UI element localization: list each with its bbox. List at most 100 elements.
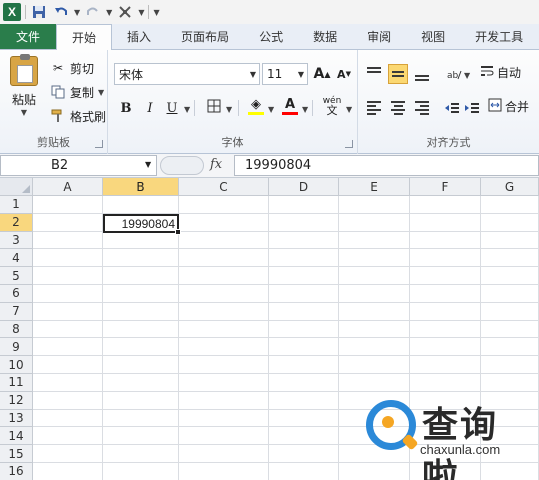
excel-logo-icon[interactable]: X — [3, 3, 21, 21]
phonetic-dropdown-icon[interactable]: ▼ — [346, 105, 352, 114]
gridline-horizontal — [33, 284, 539, 285]
tab-review[interactable]: 审阅 — [352, 24, 406, 49]
gridline-horizontal — [33, 337, 539, 339]
underline-button[interactable]: U — [162, 98, 182, 118]
font-group: 宋体 ▼ 11 ▼ A ▲ A ▼ B I U ▼ ▼ ◈ ▼ A ▼ wén … — [108, 50, 358, 154]
font-size-value: 11 — [267, 67, 283, 81]
column-header-f[interactable]: F — [410, 178, 481, 196]
cut-label: 剪切 — [70, 61, 95, 76]
phonetic-button[interactable]: wén 文 — [318, 96, 346, 116]
alignment-group-label: 对齐方式 — [426, 136, 471, 149]
italic-button[interactable]: I — [140, 98, 160, 118]
name-box-dropdown-icon[interactable]: ▼ — [145, 160, 151, 169]
row-header-11[interactable]: 11 — [0, 374, 33, 392]
copy-dropdown-icon[interactable]: ▼ — [98, 88, 104, 97]
align-bottom-icon[interactable] — [412, 64, 432, 84]
save-icon[interactable] — [30, 3, 48, 21]
formula-input[interactable]: 19990804 — [234, 155, 539, 176]
align-right-icon[interactable] — [412, 98, 432, 118]
decrease-indent-icon[interactable] — [442, 98, 462, 118]
fill-color-dropdown-icon[interactable]: ▼ — [268, 105, 274, 114]
row-header-4[interactable]: 4 — [0, 249, 33, 268]
column-header-g[interactable]: G — [481, 178, 539, 196]
increase-indent-icon[interactable] — [462, 98, 482, 118]
row-header-3[interactable]: 3 — [0, 231, 33, 250]
borders-button[interactable] — [204, 98, 224, 118]
column-header-c[interactable]: C — [179, 178, 269, 196]
shrink-font-button[interactable]: A ▼ — [334, 64, 354, 84]
caret-up-icon: ▲ — [324, 69, 331, 79]
row-header-7[interactable]: 7 — [0, 302, 33, 321]
tab-formulas[interactable]: 公式 — [244, 24, 298, 49]
clipboard-launcher-icon[interactable] — [95, 140, 103, 148]
font-size-select[interactable]: 11 ▼ — [262, 63, 308, 85]
fill-handle[interactable] — [175, 229, 181, 235]
font-color-letter-icon: A — [284, 97, 296, 112]
insert-function-icon[interactable]: fx — [210, 157, 230, 175]
row-header-9[interactable]: 9 — [0, 338, 33, 357]
format-dropdown-icon[interactable]: ▼ — [138, 8, 144, 17]
watermark-url: chaxunla.com — [420, 442, 501, 457]
align-top-icon[interactable] — [364, 64, 384, 84]
grow-font-button[interactable]: A ▲ — [312, 64, 332, 84]
row-header-5[interactable]: 5 — [0, 267, 33, 285]
row-header-2[interactable]: 2 — [0, 213, 33, 232]
font-color-button[interactable]: A — [280, 96, 300, 116]
bold-button[interactable]: B — [116, 98, 136, 118]
tab-data[interactable]: 数据 — [298, 24, 352, 49]
row-header-13[interactable]: 13 — [0, 409, 33, 428]
tab-home[interactable]: 开始 — [56, 24, 113, 50]
font-color-dropdown-icon[interactable]: ▼ — [302, 105, 308, 114]
paste-button[interactable]: 粘贴 ▼ — [6, 54, 42, 130]
name-box[interactable]: B2 — [0, 155, 157, 176]
format-painter-button[interactable]: 格式刷 — [50, 106, 106, 126]
formula-bar: B2 ▼ fx 19990804 — [0, 154, 539, 178]
align-left-icon[interactable] — [364, 98, 384, 118]
tab-file[interactable]: 文件 — [0, 24, 57, 49]
font-name-select[interactable]: 宋体 ▼ — [114, 63, 260, 85]
tab-insert[interactable]: 插入 — [112, 24, 166, 49]
customize-toolbar-icon[interactable]: ▼ — [153, 8, 159, 17]
wrap-text-button[interactable]: 自动 — [480, 64, 521, 81]
redo-icon[interactable] — [84, 3, 102, 21]
column-header-e[interactable]: E — [339, 178, 410, 196]
align-middle-icon[interactable] — [388, 64, 408, 84]
fill-color-button[interactable]: ◈ — [246, 96, 266, 116]
ribbon-home: 粘贴 ▼ ✂ 剪切 复制 ▼ 格式刷 剪贴板 宋体 ▼ 11 ▼ A ▲ A ▼… — [0, 50, 539, 154]
tab-developer[interactable]: 开发工具 — [460, 24, 538, 49]
column-header-a[interactable]: A — [33, 178, 103, 196]
row-header-15[interactable]: 15 — [0, 445, 33, 463]
tab-view[interactable]: 视图 — [406, 24, 460, 49]
copy-button[interactable]: 复制 ▼ — [50, 82, 104, 102]
underline-dropdown-icon[interactable]: ▼ — [184, 105, 190, 114]
redo-dropdown-icon[interactable]: ▼ — [106, 8, 112, 17]
format-painter-icon[interactable] — [116, 3, 134, 21]
font-launcher-icon[interactable] — [345, 140, 353, 148]
scissors-icon: ✂ — [52, 61, 64, 75]
column-header-d[interactable]: D — [269, 178, 339, 196]
paste-dropdown-icon[interactable]: ▼ — [21, 108, 27, 117]
row-header-8[interactable]: 8 — [0, 320, 33, 339]
merge-center-button[interactable]: 合并 — [488, 98, 529, 115]
gridline-horizontal — [33, 355, 539, 357]
text-orientation-icon[interactable]: ab — [444, 64, 464, 84]
separator — [148, 5, 150, 19]
cut-button[interactable]: ✂ 剪切 — [50, 58, 94, 78]
align-center-icon[interactable] — [388, 98, 408, 118]
row-header-10[interactable]: 10 — [0, 356, 33, 374]
select-all-button[interactable] — [0, 178, 33, 196]
undo-dropdown-icon[interactable]: ▼ — [74, 8, 80, 17]
column-header-b[interactable]: B — [103, 178, 179, 196]
formula-bar-splitter[interactable] — [160, 156, 204, 175]
borders-dropdown-icon[interactable]: ▼ — [226, 105, 232, 114]
row-header-16[interactable]: 16 — [0, 463, 33, 480]
row-header-12[interactable]: 12 — [0, 391, 33, 410]
row-header-14[interactable]: 14 — [0, 427, 33, 446]
tab-page-layout[interactable]: 页面布局 — [166, 24, 244, 49]
row-header-6[interactable]: 6 — [0, 285, 33, 303]
orientation-dropdown-icon[interactable]: ▼ — [464, 71, 470, 80]
undo-icon[interactable] — [52, 3, 70, 21]
active-cell[interactable]: 19990804 — [103, 214, 181, 235]
watermark-name: 查询啦 — [422, 405, 499, 480]
row-header-1[interactable]: 1 — [0, 196, 33, 214]
